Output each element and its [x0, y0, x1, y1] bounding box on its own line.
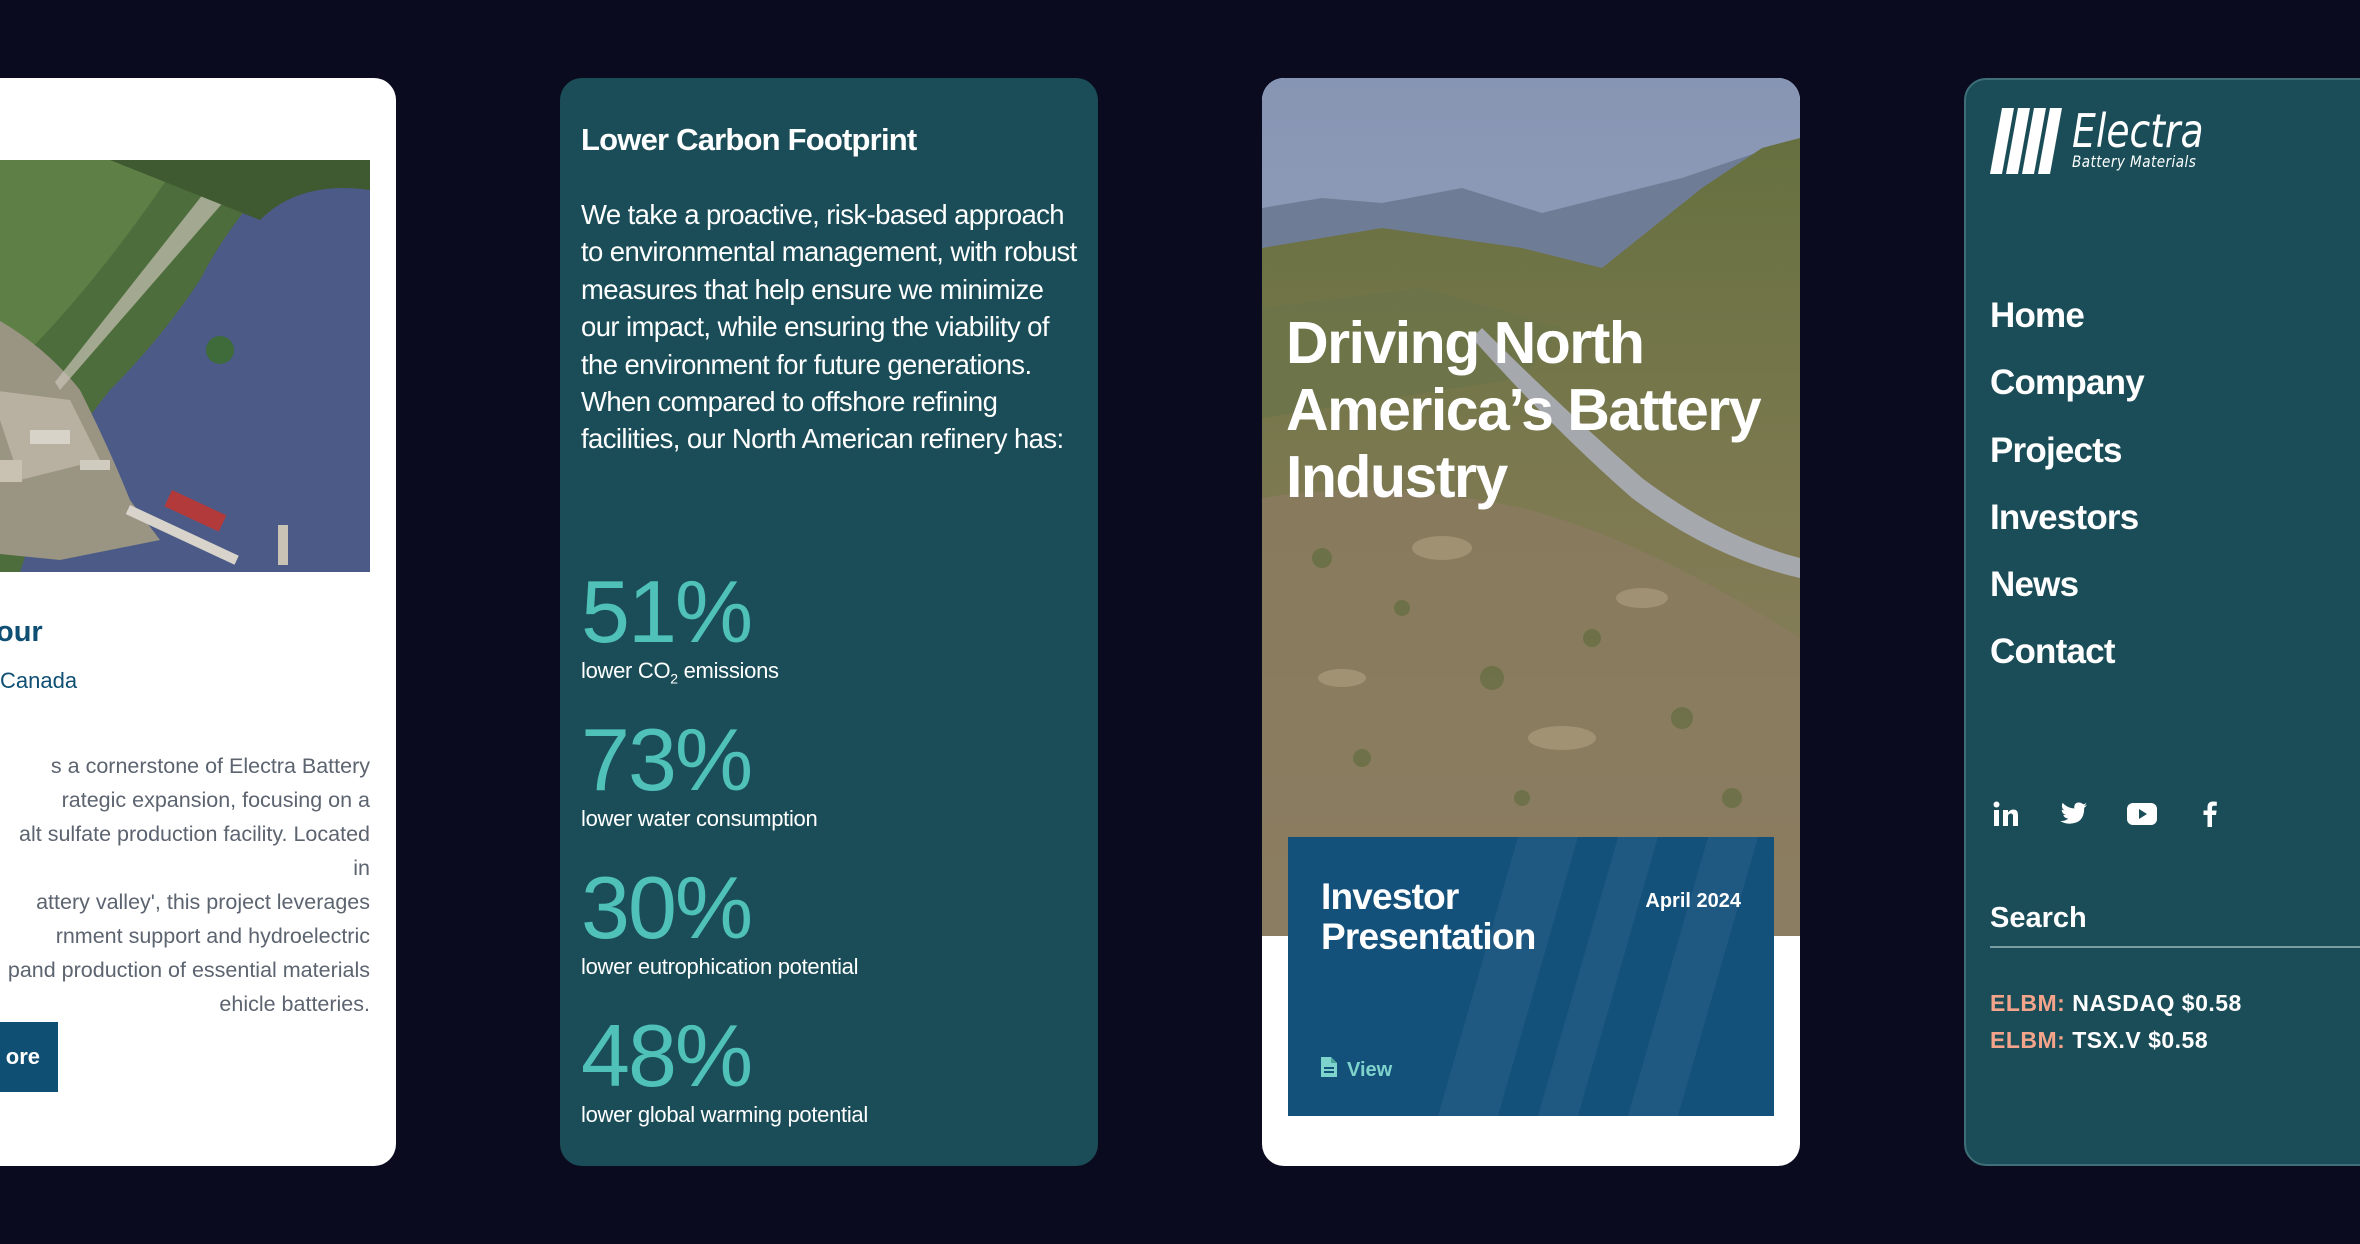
main-nav: Home Company Projects Investors News Con…: [1990, 296, 2145, 700]
logo-mark-icon: [1990, 108, 2062, 174]
social-links: [1990, 798, 2226, 830]
project-title: our: [0, 616, 43, 648]
investor-presentation-card[interactable]: Investor Presentation April 2024 View: [1288, 837, 1774, 1116]
youtube-icon[interactable]: [2126, 798, 2158, 830]
footprint-paragraph: We take a proactive, risk-based approach…: [581, 199, 1077, 455]
stat-co2: 51% lower CO2 emissions: [581, 562, 779, 687]
stat-label: lower water consumption: [581, 806, 818, 831]
stat-label: lower CO2 emissions: [581, 658, 779, 687]
view-link[interactable]: View: [1321, 1057, 1392, 1083]
stat-value: 48%: [581, 1006, 753, 1105]
ticker-value: TSX.V $0.58: [2072, 1027, 2209, 1053]
stat-global-warming: 48% lower global warming potential: [581, 1012, 868, 1128]
facebook-icon[interactable]: [2194, 798, 2226, 830]
nav-item-news[interactable]: News: [1990, 565, 2144, 632]
hero-headline: Driving North America’s Battery Industry: [1286, 310, 1762, 510]
nav-item-company[interactable]: Company: [1990, 363, 2145, 430]
nav-item-projects[interactable]: Projects: [1990, 431, 2144, 498]
linkedin-icon[interactable]: [1990, 798, 2022, 830]
stat-eutrophication: 30% lower eutrophication potential: [581, 864, 858, 980]
nav-item-contact[interactable]: Contact: [1990, 632, 2144, 699]
nav-item-investors[interactable]: Investors: [1990, 498, 2144, 565]
ticker-symbol: ELBM:: [1990, 990, 2066, 1016]
brand-subtitle: Battery Materials: [2072, 152, 2197, 171]
read-more-button[interactable]: ore: [0, 1022, 58, 1092]
aerial-photo: [0, 160, 370, 572]
footprint-card: Lower Carbon Footprint We take a proacti…: [560, 78, 1098, 1166]
stat-value: 30%: [581, 858, 753, 957]
stat-value: 73%: [581, 710, 753, 809]
ticker-value: NASDAQ $0.58: [2072, 990, 2242, 1016]
menu-card: Electra Battery Materials Home Company P…: [1964, 78, 2360, 1166]
twitter-icon[interactable]: [2058, 798, 2090, 830]
footprint-heading: Lower Carbon Footprint: [581, 122, 917, 157]
electra-logo[interactable]: Electra Battery Materials: [1990, 108, 2233, 174]
search-label[interactable]: Search: [1990, 902, 2087, 935]
stat-label: lower eutrophication potential: [581, 954, 859, 979]
stat-label: lower global warming potential: [581, 1102, 868, 1127]
view-label: View: [1347, 1058, 1393, 1081]
investor-presentation-title: Investor Presentation: [1321, 876, 1536, 957]
ticker-nasdaq: ELBM: NASDAQ $0.58: [1990, 990, 2242, 1017]
stat-water: 73% lower water consumption: [581, 710, 818, 832]
search-underline: [1990, 946, 2360, 948]
nav-item-home[interactable]: Home: [1990, 296, 2144, 363]
investor-presentation-date: April 2024: [1645, 890, 1741, 912]
ticker-symbol: ELBM:: [1990, 1027, 2066, 1053]
file-icon: [1321, 1057, 1337, 1083]
stat-value: 51%: [581, 562, 753, 661]
project-location: Canada: [0, 668, 78, 693]
project-description: s a cornerstone of Electra Battery rateg…: [7, 754, 370, 1016]
brand-name: Electra: [2072, 104, 2204, 158]
hero-card: Driving North America’s Battery Industry…: [1262, 78, 1800, 1166]
ticker-tsxv: ELBM: TSX.V $0.58: [1990, 1027, 2208, 1054]
project-card: our Canada s a cornerstone of Electra Ba…: [0, 78, 396, 1166]
